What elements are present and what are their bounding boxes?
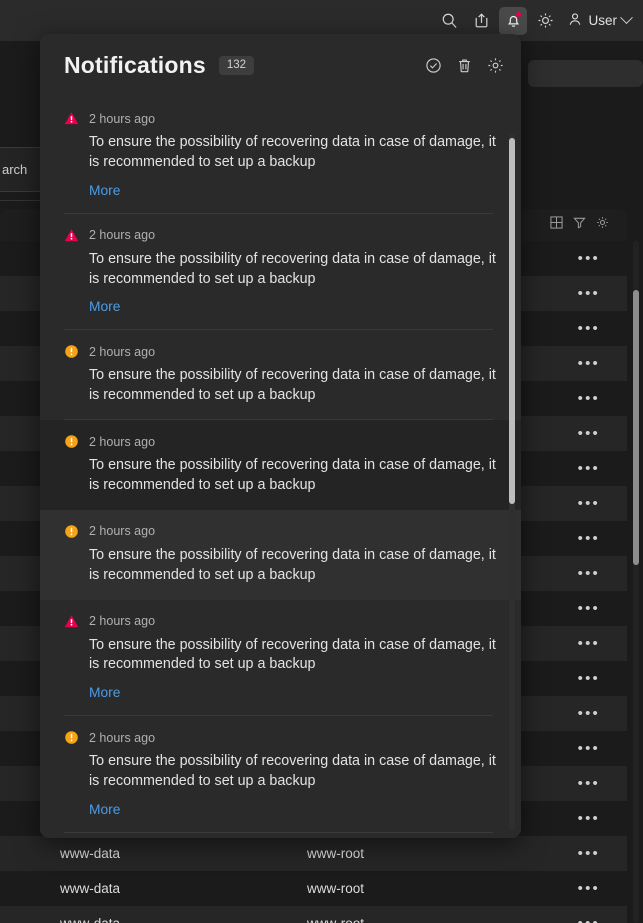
table-scrollbar-thumb[interactable] xyxy=(633,290,639,565)
row-menu-icon[interactable]: ••• xyxy=(578,601,600,616)
row-menu-icon[interactable]: ••• xyxy=(578,356,600,371)
notification-timestamp: 2 hours ago xyxy=(89,228,156,243)
notification-more-link[interactable]: More xyxy=(89,685,120,700)
bell-icon[interactable] xyxy=(499,6,528,35)
notification-settings-icon[interactable] xyxy=(487,57,504,74)
table-cell-group: www-root xyxy=(307,846,365,861)
notification-timestamp: 2 hours ago xyxy=(89,111,156,126)
warning-circle-icon xyxy=(64,730,79,745)
row-menu-icon[interactable]: ••• xyxy=(578,881,600,896)
notification-message: To ensure the possibility of recovering … xyxy=(89,134,496,170)
notification-item[interactable]: 2 hours ago To ensure the possibility of … xyxy=(40,330,521,421)
table-row[interactable]: www-data www-root ••• xyxy=(0,871,627,906)
row-menu-icon[interactable]: ••• xyxy=(578,461,600,476)
avatar-icon xyxy=(567,11,583,30)
row-menu-icon[interactable]: ••• xyxy=(578,426,600,441)
notification-message: To ensure the possibility of recovering … xyxy=(89,546,496,583)
table-cell-group: www-root xyxy=(307,881,365,896)
columns-icon[interactable] xyxy=(550,216,563,234)
row-menu-icon[interactable]: ••• xyxy=(578,636,600,651)
table-cell-user: www-data xyxy=(60,881,121,896)
row-menu-icon[interactable]: ••• xyxy=(578,671,600,686)
row-menu-icon[interactable]: ••• xyxy=(578,811,600,826)
background-divider xyxy=(0,200,40,201)
table-cell-user: www-data xyxy=(60,916,120,923)
notification-message: To ensure the possibility of recovering … xyxy=(89,367,496,404)
row-menu-icon[interactable]: ••• xyxy=(578,496,600,511)
gear-icon[interactable] xyxy=(596,216,609,234)
notification-more-link[interactable]: More xyxy=(89,299,120,314)
notification-item[interactable]: 2 hours ago To ensure the possibility of … xyxy=(40,509,521,600)
export-icon[interactable] xyxy=(467,7,495,35)
row-menu-icon[interactable]: ••• xyxy=(578,286,600,301)
table-row[interactable]: www-data www-root ••• xyxy=(0,906,627,923)
user-menu[interactable]: User xyxy=(567,11,633,30)
notification-item[interactable]: 2 hours ago To ensure the possibility of … xyxy=(40,97,521,214)
notification-timestamp: 2 hours ago xyxy=(89,614,156,629)
background-search-input[interactable] xyxy=(528,60,643,87)
notification-item[interactable]: 2 hours ago To ensure the possibility of … xyxy=(40,716,521,834)
row-menu-icon[interactable]: ••• xyxy=(578,846,600,861)
chevron-down-icon xyxy=(620,11,633,25)
mark-all-read-icon[interactable] xyxy=(425,57,442,74)
row-menu-icon[interactable]: ••• xyxy=(578,916,600,923)
warning-circle-icon xyxy=(64,524,79,539)
background-search-cell: arch xyxy=(0,147,40,192)
notification-more-link[interactable]: More xyxy=(89,183,120,198)
notification-divider xyxy=(64,832,493,834)
user-menu-label: User xyxy=(588,13,617,28)
notification-message: To ensure the possibility of recovering … xyxy=(89,753,496,790)
notification-item[interactable]: 2 hours ago To ensure the possibility of … xyxy=(40,420,521,510)
sun-icon[interactable] xyxy=(531,7,559,35)
row-menu-icon[interactable]: ••• xyxy=(578,566,600,581)
warning-circle-icon xyxy=(64,434,79,449)
error-triangle-icon xyxy=(64,614,79,629)
error-triangle-icon xyxy=(64,228,79,243)
row-menu-icon[interactable]: ••• xyxy=(578,531,600,546)
notification-timestamp: 2 hours ago xyxy=(89,730,156,745)
row-menu-icon[interactable]: ••• xyxy=(578,706,600,721)
notifications-list[interactable]: 2 hours ago To ensure the possibility of … xyxy=(40,97,521,838)
row-menu-icon[interactable]: ••• xyxy=(578,741,600,756)
notification-more-link[interactable]: More xyxy=(89,802,120,817)
notifications-panel-actions xyxy=(425,57,504,74)
notification-timestamp: 2 hours ago xyxy=(89,434,156,449)
error-triangle-icon xyxy=(64,111,79,126)
notifications-panel-header: Notifications 132 xyxy=(40,34,521,97)
row-menu-icon[interactable]: ••• xyxy=(578,251,600,266)
table-cell-group: www-root xyxy=(307,916,364,923)
search-icon[interactable] xyxy=(435,7,463,35)
row-menu-icon[interactable]: ••• xyxy=(578,776,600,791)
warning-circle-icon xyxy=(64,344,79,359)
notification-message: To ensure the possibility of recovering … xyxy=(89,250,496,287)
row-menu-icon[interactable]: ••• xyxy=(578,391,600,406)
notifications-panel: Notifications 132 2 hours ago To ensure … xyxy=(40,34,521,838)
notification-item[interactable]: 2 hours ago To ensure the possibility of … xyxy=(40,213,521,331)
notifications-scrollbar-thumb[interactable] xyxy=(509,138,515,504)
notification-message: To ensure the possibility of recovering … xyxy=(89,636,496,673)
page-title: Notifications xyxy=(64,52,206,78)
notification-item[interactable]: 2 hours ago To ensure the possibility of … xyxy=(40,599,521,717)
table-row[interactable]: www-data www-root ••• xyxy=(0,836,627,871)
delete-all-icon[interactable] xyxy=(456,57,473,74)
row-menu-icon[interactable]: ••• xyxy=(578,321,600,336)
table-cell-user: www-data xyxy=(60,846,121,861)
notification-timestamp: 2 hours ago xyxy=(89,344,156,359)
notifications-count-badge: 132 xyxy=(218,55,255,76)
notification-timestamp: 2 hours ago xyxy=(89,524,156,539)
notification-message: To ensure the possibility of recovering … xyxy=(89,457,496,494)
filter-icon[interactable] xyxy=(573,216,586,234)
